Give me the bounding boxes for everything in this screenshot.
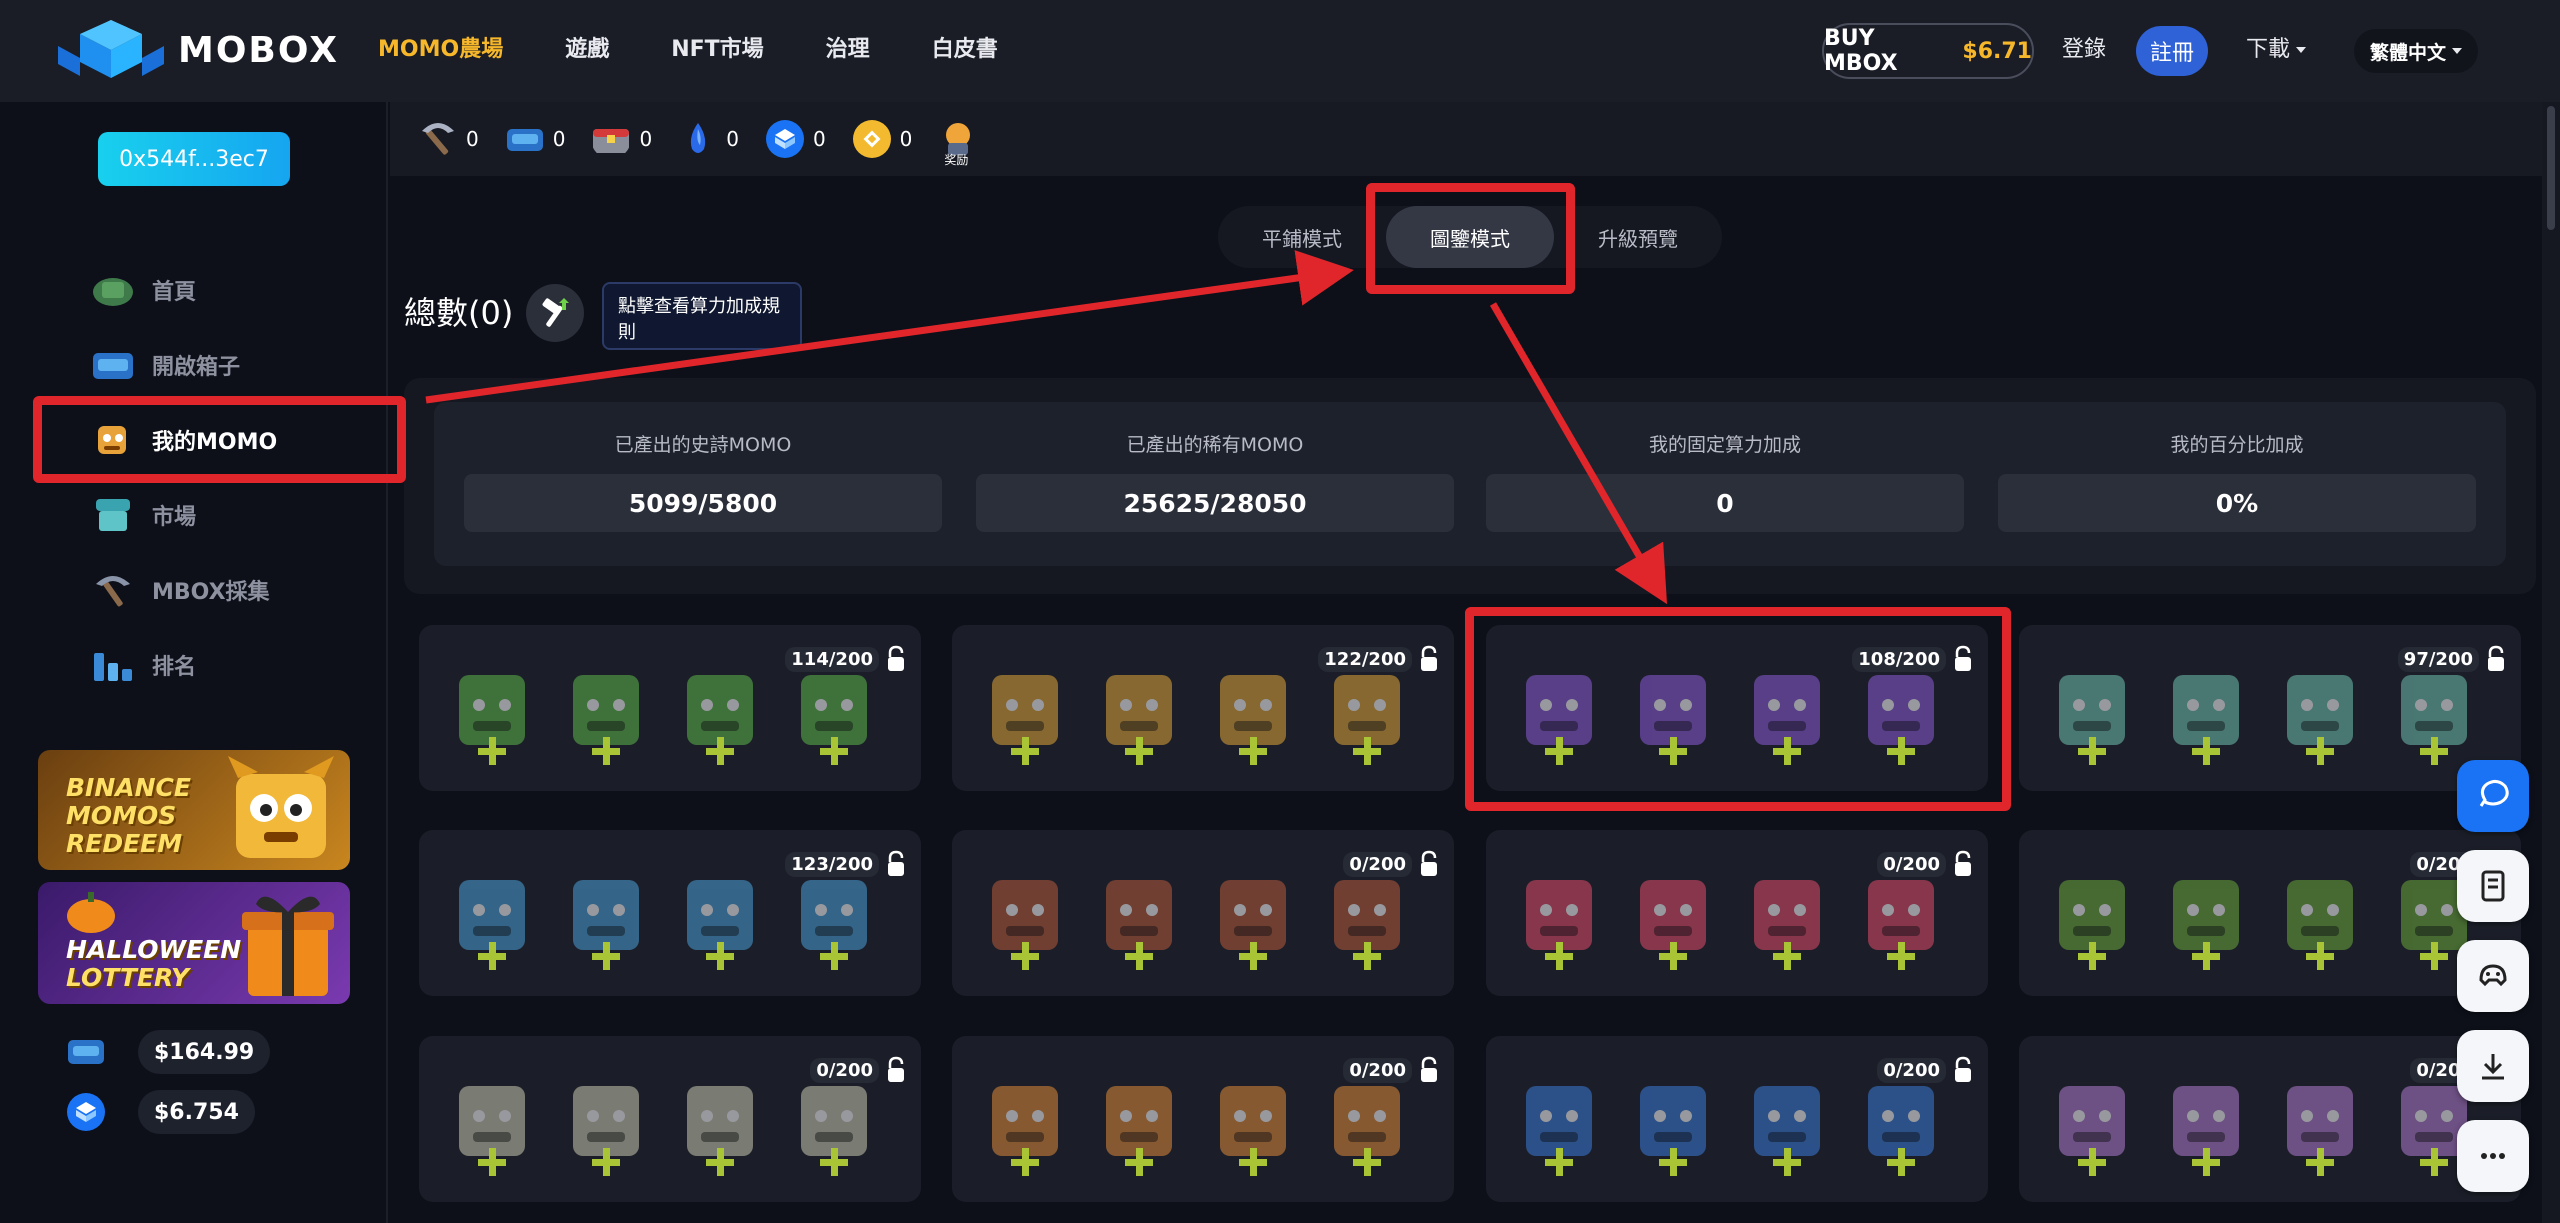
arrow-to-card [1489,302,1668,605]
arrow-to-tab [425,250,1354,404]
annotation-arrows [425,250,1668,605]
